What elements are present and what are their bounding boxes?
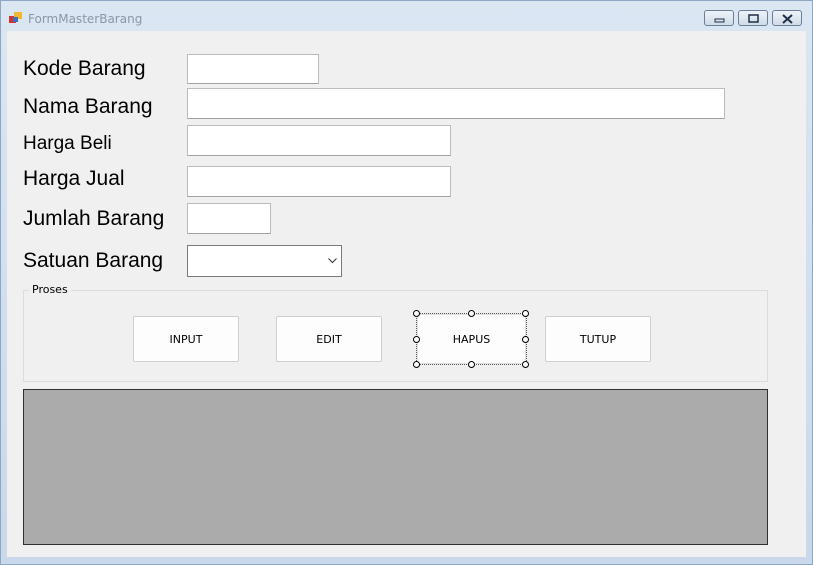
harga-beli-label: Harga Beli (23, 133, 112, 154)
resize-handle[interactable] (522, 361, 529, 368)
satuan-barang-combobox[interactable] (187, 245, 342, 277)
data-grid-view[interactable] (23, 389, 768, 545)
resize-handle[interactable] (468, 361, 475, 368)
jumlah-barang-input[interactable] (187, 203, 271, 234)
chevron-down-icon[interactable] (328, 258, 337, 264)
minimize-button[interactable] (704, 10, 734, 26)
jumlah-barang-label: Jumlah Barang (23, 207, 165, 230)
resize-handle[interactable] (522, 310, 529, 317)
kode-barang-input[interactable] (187, 54, 319, 84)
title-bar[interactable]: FormMasterBarang (1, 1, 812, 31)
harga-jual-label: Harga Jual (23, 167, 125, 190)
close-icon (782, 14, 793, 24)
close-button[interactable] (772, 10, 802, 26)
resize-handle[interactable] (413, 361, 420, 368)
form-window: FormMasterBarang Kode Barang Nama Barang… (0, 0, 813, 565)
resize-handle[interactable] (413, 336, 420, 343)
edit-button[interactable]: EDIT (276, 316, 382, 362)
minimize-icon (714, 18, 725, 23)
harga-jual-input[interactable] (187, 166, 451, 197)
nama-barang-input[interactable] (187, 88, 725, 119)
form-app-icon (9, 12, 22, 23)
resize-handle[interactable] (468, 310, 475, 317)
nama-barang-label: Nama Barang (23, 95, 153, 118)
form-client-area: Kode Barang Nama Barang Harga Beli Harga… (7, 31, 806, 557)
kode-barang-label: Kode Barang (23, 57, 146, 80)
window-title: FormMasterBarang (28, 12, 143, 26)
maximize-icon (748, 14, 759, 23)
tutup-button[interactable]: TUTUP (545, 316, 651, 362)
satuan-barang-label: Satuan Barang (23, 249, 164, 272)
proses-group-caption: Proses (29, 283, 71, 296)
input-button[interactable]: INPUT (133, 316, 239, 362)
maximize-button[interactable] (738, 10, 768, 26)
resize-handle[interactable] (522, 336, 529, 343)
resize-handle[interactable] (413, 310, 420, 317)
designer-selection-frame (413, 310, 529, 368)
harga-beli-input[interactable] (187, 125, 451, 156)
